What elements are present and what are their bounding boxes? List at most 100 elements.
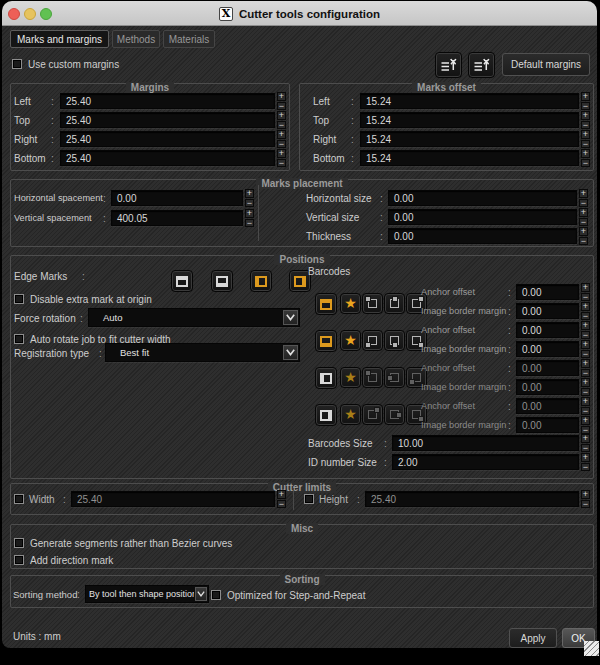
horizontal-size-input[interactable]: 0.00 [388,190,577,206]
spin-up-button[interactable] [581,130,590,139]
use-custom-margins-checkbox[interactable] [12,59,22,69]
generate-segments-checkbox[interactable] [14,538,24,548]
spin-up-button[interactable] [581,111,590,120]
tab-marks-and-margins[interactable]: Marks and margins [10,30,109,48]
spin-up-button[interactable] [581,302,590,311]
spin-up-button[interactable] [581,321,590,330]
spin-down-button[interactable] [581,444,590,453]
spin-down-button[interactable] [581,350,590,359]
image-border-margin-input-3[interactable]: 0.00 [516,379,579,395]
barcodes-size-input[interactable]: 10.00 [392,435,579,451]
spin-down-button[interactable] [581,293,590,302]
barcode-star-button-2[interactable] [340,330,361,351]
anchor-offset-input-2[interactable]: 0.00 [516,322,579,338]
barcode-star-button-4[interactable] [340,404,361,425]
spin-down-button[interactable] [579,199,588,208]
spin-down-button[interactable] [581,500,590,509]
barcode-anchor-right-middle-button[interactable] [384,404,405,425]
spin-up-button[interactable] [581,149,590,158]
spin-up-button[interactable] [245,209,254,218]
spin-up-button[interactable] [581,359,590,368]
margin-left-input[interactable]: 25.40 [60,93,275,109]
optimized-step-repeat-checkbox[interactable] [211,590,221,600]
default-margins-button[interactable]: Default margins [502,53,590,76]
spin-down-button[interactable] [579,237,588,246]
spin-up-button[interactable] [581,378,590,387]
margin-top-input[interactable]: 25.40 [60,112,275,128]
load-margins-button[interactable] [435,52,462,78]
disable-extra-mark-checkbox[interactable] [14,294,24,304]
spin-down-button[interactable] [579,218,588,227]
registration-type-dropdown[interactable]: Best fit [105,343,300,362]
vertical-spacement-input[interactable]: 400.05 [111,210,243,226]
barcode-top-button[interactable] [315,293,337,315]
anchor-offset-input-1[interactable]: 0.00 [516,284,579,300]
image-border-margin-input-2[interactable]: 0.00 [516,341,579,357]
barcode-right-button[interactable] [315,404,337,426]
height-limit-input[interactable]: 25.40 [365,491,579,507]
edge-mark-left-button[interactable] [250,270,272,292]
spin-up-button[interactable] [581,434,590,443]
spin-up-button[interactable] [581,340,590,349]
spin-up-button[interactable] [277,490,286,499]
edge-mark-bottom-button[interactable] [211,270,233,292]
barcode-anchor-left-middle-button[interactable] [384,367,405,388]
spin-up-button[interactable] [581,397,590,406]
offset-bottom-input[interactable]: 15.24 [360,150,579,166]
apply-button[interactable]: Apply [509,628,557,648]
spin-down-button[interactable] [581,331,590,340]
resize-grip[interactable] [584,641,599,656]
spin-down-button[interactable] [245,199,254,208]
force-rotation-dropdown[interactable]: Auto [88,308,300,327]
spin-down-button[interactable] [581,121,590,130]
margin-bottom-input[interactable]: 25.40 [60,150,275,166]
barcode-star-button-1[interactable] [340,293,361,314]
spin-up-button[interactable] [277,92,286,101]
spin-down-button[interactable] [581,426,590,435]
spin-down-button[interactable] [277,500,286,509]
spin-down-button[interactable] [581,463,590,472]
spin-up-button[interactable] [579,189,588,198]
spin-up-button[interactable] [581,92,590,101]
spin-up-button[interactable] [581,283,590,292]
spin-down-button[interactable] [277,140,286,149]
tab-methods[interactable]: Methods [112,30,160,48]
tab-materials[interactable]: Materials [163,30,215,48]
barcode-left-button[interactable] [315,367,337,389]
barcode-anchor-top-center-button[interactable] [384,293,405,314]
spin-down-button[interactable] [245,219,254,228]
spin-up-button[interactable] [581,453,590,462]
barcode-anchor-bottom-left-button[interactable] [362,330,383,351]
anchor-offset-input-4[interactable]: 0.00 [516,398,579,414]
add-direction-mark-checkbox[interactable] [14,555,24,565]
spin-down-button[interactable] [277,121,286,130]
spin-up-button[interactable] [277,149,286,158]
spin-up-button[interactable] [579,208,588,217]
thickness-input[interactable]: 0.00 [388,228,577,244]
edge-mark-top-button[interactable] [171,270,193,292]
spin-up-button[interactable] [277,111,286,120]
barcode-bottom-button[interactable] [315,330,337,352]
width-limit-checkbox[interactable] [14,494,24,504]
spin-up-button[interactable] [579,227,588,236]
image-border-margin-input-1[interactable]: 0.00 [516,303,579,319]
spin-up-button[interactable] [277,130,286,139]
barcode-anchor-right-top-button[interactable] [362,404,383,425]
offset-right-input[interactable]: 15.24 [360,131,579,147]
offset-top-input[interactable]: 15.24 [360,112,579,128]
spin-down-button[interactable] [581,102,590,111]
margin-right-input[interactable]: 25.40 [60,131,275,147]
spin-down-button[interactable] [581,369,590,378]
spin-up-button[interactable] [581,490,590,499]
auto-rotate-checkbox[interactable] [14,334,24,344]
barcode-anchor-bottom-center-button[interactable] [384,330,405,351]
sorting-method-dropdown[interactable]: By tool then shape position [85,585,209,603]
width-limit-input[interactable]: 25.40 [71,491,275,507]
save-margins-button[interactable] [468,52,495,78]
id-number-size-input[interactable]: 2.00 [392,454,579,470]
spin-down-button[interactable] [277,102,286,111]
height-limit-checkbox[interactable] [304,494,314,504]
anchor-offset-input-3[interactable]: 0.00 [516,360,579,376]
spin-down-button[interactable] [277,159,286,168]
vertical-size-input[interactable]: 0.00 [388,209,577,225]
